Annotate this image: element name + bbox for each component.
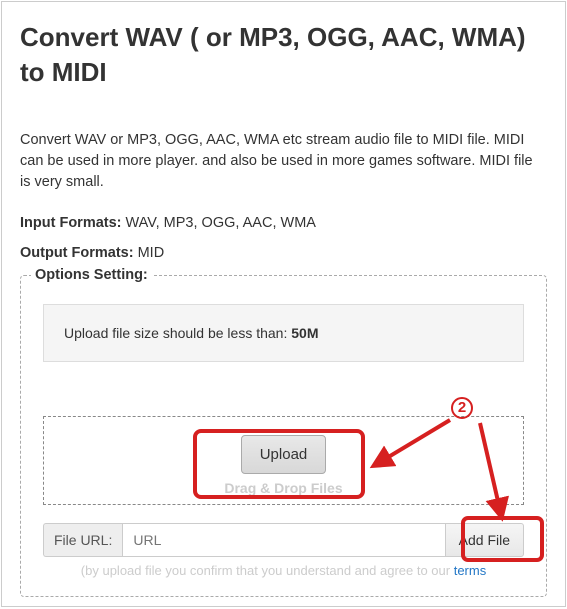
confirm-prefix: (by upload file you confirm that you und… <box>81 563 454 578</box>
annotation-step-2: 2 <box>451 392 473 419</box>
notice-value: 50M <box>291 325 318 341</box>
url-label: File URL: <box>43 523 122 557</box>
upload-button[interactable]: Upload <box>241 435 327 474</box>
url-input[interactable] <box>122 523 444 557</box>
confirm-text: (by upload file you confirm that you und… <box>43 563 524 578</box>
input-formats-value: WAV, MP3, OGG, AAC, WMA <box>122 215 316 231</box>
addfile-button[interactable]: Add File <box>445 523 524 557</box>
page-description: Convert WAV or MP3, OGG, AAC, WMA etc st… <box>20 130 547 193</box>
url-row: File URL: Add File <box>43 523 524 557</box>
options-title: Options Setting: <box>31 267 152 283</box>
output-formats-value: MID <box>134 245 165 261</box>
input-formats-label: Input Formats: <box>20 215 122 231</box>
output-formats-label: Output Formats: <box>20 245 134 261</box>
page-title: Convert WAV ( or MP3, OGG, AAC, WMA) to … <box>20 20 547 90</box>
notice-prefix: Upload file size should be less than: <box>64 325 291 341</box>
options-panel: Options Setting: Upload file size should… <box>20 275 547 597</box>
drop-zone[interactable]: Upload Drag & Drop Files <box>43 416 524 505</box>
drop-text: Drag & Drop Files <box>44 480 523 496</box>
terms-link[interactable]: terms <box>454 563 487 578</box>
output-formats-line: Output Formats: MID <box>20 245 547 261</box>
input-formats-line: Input Formats: WAV, MP3, OGG, AAC, WMA <box>20 215 547 231</box>
filesize-notice: Upload file size should be less than: 50… <box>43 304 524 362</box>
